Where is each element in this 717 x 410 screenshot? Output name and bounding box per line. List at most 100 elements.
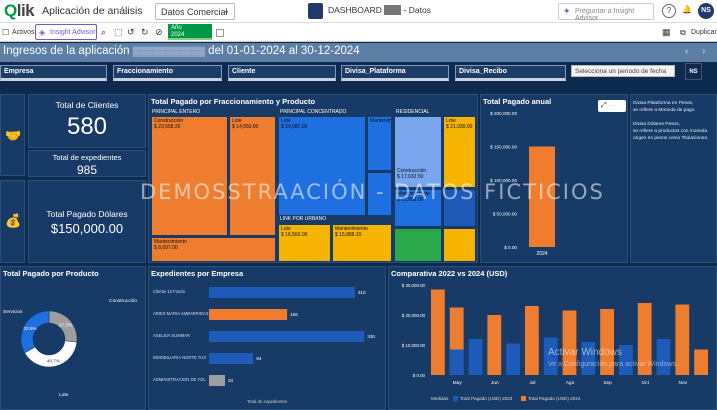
demo-watermark: DEMOSSTRAACIÓN - DATOS FICTICIOS bbox=[140, 180, 605, 204]
bar bbox=[209, 309, 288, 320]
treemap-cell[interactable]: Construcción $ 17,632.50 bbox=[394, 116, 442, 188]
y-tick-label: $ 50,000.00 bbox=[493, 212, 518, 217]
kpi-expedientes: Total de expedientes 985 bbox=[28, 150, 146, 177]
bar bbox=[209, 353, 254, 364]
bar-2023 bbox=[449, 349, 464, 375]
duplicar-button[interactable]: ⧉ Duplicar bbox=[680, 26, 717, 39]
treemap-cell[interactable] bbox=[394, 228, 442, 262]
legend-label: Total Pagado (USD) 2024 bbox=[528, 396, 581, 401]
treemap-cell[interactable] bbox=[443, 228, 476, 262]
pie-title: Total Pagado por Producto bbox=[3, 269, 99, 278]
lasso-icon[interactable]: ⬚ bbox=[114, 26, 123, 39]
treemap-cell[interactable]: Mantenimiento $ 8,697.00 bbox=[151, 237, 276, 262]
copy-icon: ⧉ bbox=[680, 28, 686, 37]
treemap-cell[interactable]: Lote $ 21,030.00 bbox=[443, 116, 476, 188]
empresa-chart: Cliente 13 Fondo 310 ARIES MARIA AMBARRIDA… bbox=[153, 287, 375, 404]
filter-fraccionamiento[interactable]: Fraccionamiento bbox=[113, 65, 222, 81]
pie-label: Lote bbox=[59, 392, 69, 398]
lightbulb-icon: ◈ bbox=[39, 28, 46, 37]
treemap-title: Total Pagado por Fraccionamiento y Produ… bbox=[151, 97, 316, 106]
ns-badge: NS bbox=[685, 63, 702, 80]
selection-chip[interactable]: Año 2024 bbox=[168, 24, 212, 40]
title-strip: Ingresos de la aplicación ▓▓▓▓▓▓▓▓▓▓▓ de… bbox=[0, 43, 717, 62]
top-bar: Qlik Aplicación de análisis Datos Comerc… bbox=[0, 0, 717, 23]
note-line: Divisa Dólares Pesos, bbox=[633, 122, 680, 127]
treemap-cell[interactable]: Lote $ 14,550.00 bbox=[229, 116, 276, 236]
bar-value-label: 94 bbox=[256, 356, 262, 361]
filter-cliente[interactable]: Cliente bbox=[228, 65, 336, 81]
treemap-group-label: RESIDENCIAL bbox=[396, 109, 430, 115]
secondary-toolbar: ☐ Activos ◈ Insight Advisor ⌕ ⬚ ↺ ↻ ⊘ Año … bbox=[0, 23, 717, 42]
anual-panel: Total Pagado anual ⤢ ⋯ $ 200,000.00 $ 150… bbox=[480, 94, 628, 263]
treemap-group-label: PRINCIPAL CONCENTRADO bbox=[280, 109, 347, 115]
insight-advisor-button[interactable]: ◈ Insight Advisor bbox=[35, 24, 97, 40]
dashboard-title: DASHBOARD xxxx - Datos bbox=[328, 5, 431, 15]
treemap-group-label: PRINCIPAL ENTERO bbox=[152, 109, 201, 115]
kpi-clientes: Total de Clientes 580 bbox=[28, 94, 146, 148]
selection-field: Año bbox=[171, 25, 182, 31]
treemap-cell[interactable]: Mantenimiento bbox=[367, 116, 392, 171]
pie-pct-label: 27.3% bbox=[59, 322, 72, 327]
grid-icon[interactable]: ▦ bbox=[662, 26, 671, 39]
kpi-pagado: Total Pagado Dólares $150,000.00 bbox=[28, 180, 146, 263]
smart-search-icon[interactable]: ⌕ bbox=[101, 26, 106, 39]
bar-2024 bbox=[431, 289, 445, 375]
next-sheet-icon[interactable]: › bbox=[702, 46, 705, 57]
x-tick-label: Jun bbox=[491, 380, 499, 386]
sheet-selector[interactable]: Datos Comercial ⌄ bbox=[155, 3, 235, 20]
note-line bbox=[633, 114, 708, 121]
x-tick-label: Oct bbox=[641, 380, 649, 386]
treemap-cell[interactable]: Lote $ 16,560.00 bbox=[278, 224, 331, 262]
pie-chart: 27.3% 40.7% 33.9% Construcción Servicios Lote bbox=[3, 298, 137, 398]
row-label: Cliente 13 Fondo bbox=[153, 289, 186, 294]
empresa-panel: Expedientes por Empresa Cliente 13 Fondo… bbox=[148, 266, 386, 410]
filter-empresa[interactable]: Empresa bbox=[0, 65, 107, 81]
y-tick-label: $ 20,000.00 bbox=[402, 313, 426, 318]
bar-value-label: 330 bbox=[367, 334, 375, 339]
legend-title: Medidas bbox=[431, 396, 449, 401]
y-tick-label: $ 10,000.00 bbox=[402, 343, 426, 348]
insight-search-input[interactable]: ✦ Preguntar a Insight Advisor bbox=[558, 3, 654, 22]
pie-label: Construcción bbox=[109, 298, 137, 304]
x-tick-label: May bbox=[453, 380, 463, 386]
pie-pct-label: 33.9% bbox=[23, 326, 36, 331]
anual-title: Total Pagado anual bbox=[483, 97, 552, 106]
pie-pct-label: 40.7% bbox=[47, 359, 60, 364]
x-axis-label: Total de expedientes bbox=[247, 399, 288, 404]
legend-label: Total Pagado (USD) 2023 bbox=[460, 396, 513, 401]
filter-divisa-recibo[interactable]: Divisa_Recibo bbox=[455, 65, 566, 81]
treemap-cell[interactable]: Construcción $ 23,558.20 bbox=[151, 116, 228, 236]
y-tick-label: $ 150,000.00 bbox=[490, 145, 517, 150]
filter-divisa-plataforma[interactable]: Divisa_Plataforma bbox=[341, 65, 449, 81]
activation-notice-sub: Ve a Configuración para activar Windows. bbox=[548, 361, 678, 368]
note-line: Divisa Plataforma en Pesos, bbox=[633, 101, 694, 106]
help-icon[interactable]: ? bbox=[662, 4, 676, 18]
step-back-icon[interactable]: ↺ bbox=[127, 26, 135, 39]
clear-selections-icon[interactable]: ⊘ bbox=[155, 26, 163, 39]
comparativa-panel: Comparativa 2022 vs 2024 (USD) $ 30,000.… bbox=[388, 266, 717, 410]
page-title: Ingresos de la aplicación ▓▓▓▓▓▓▓▓▓▓▓ de… bbox=[3, 45, 360, 57]
chevron-down-icon: ⌄ bbox=[223, 6, 230, 15]
checkbox-icon: ☐ bbox=[2, 28, 10, 37]
step-forward-icon[interactable]: ↻ bbox=[141, 26, 149, 39]
date-range-picker[interactable]: Selecciona un periodo de fecha bbox=[571, 65, 675, 77]
legend-swatch bbox=[453, 396, 458, 401]
treemap-cell[interactable]: Mantenimiento $ 15,888.20 bbox=[332, 224, 392, 262]
qlik-logo[interactable]: Qlik bbox=[4, 1, 35, 21]
notes-text: Divisa Plataforma en Pesos, se refiere a … bbox=[633, 100, 708, 142]
checkbox-icon[interactable] bbox=[216, 29, 224, 37]
bell-icon[interactable]: 🔔 bbox=[680, 4, 694, 18]
comparativa-chart: $ 30,000.00 $ 20,000.00 $ 10,000.00 $ 0.00 M… bbox=[402, 283, 708, 401]
prev-sheet-icon[interactable]: ‹ bbox=[685, 46, 688, 57]
legend-swatch bbox=[521, 396, 526, 401]
y-tick-label: $ 200,000.00 bbox=[490, 111, 517, 116]
treemap-panel: Total Pagado por Fraccionamiento y Produ… bbox=[148, 94, 478, 263]
activos-button[interactable]: ☐ Activos bbox=[2, 26, 35, 39]
avatar[interactable]: NS bbox=[698, 3, 714, 19]
row-label: INMOBILIARIA NORTE TUX bbox=[153, 355, 206, 360]
kpi-clientes-value: 580 bbox=[66, 113, 108, 140]
empresa-title: Expedientes por Empresa bbox=[151, 269, 244, 278]
selection-bar bbox=[168, 38, 212, 40]
sparkle-icon: ✦ bbox=[563, 6, 571, 16]
x-tick-label: Jul bbox=[529, 380, 535, 386]
